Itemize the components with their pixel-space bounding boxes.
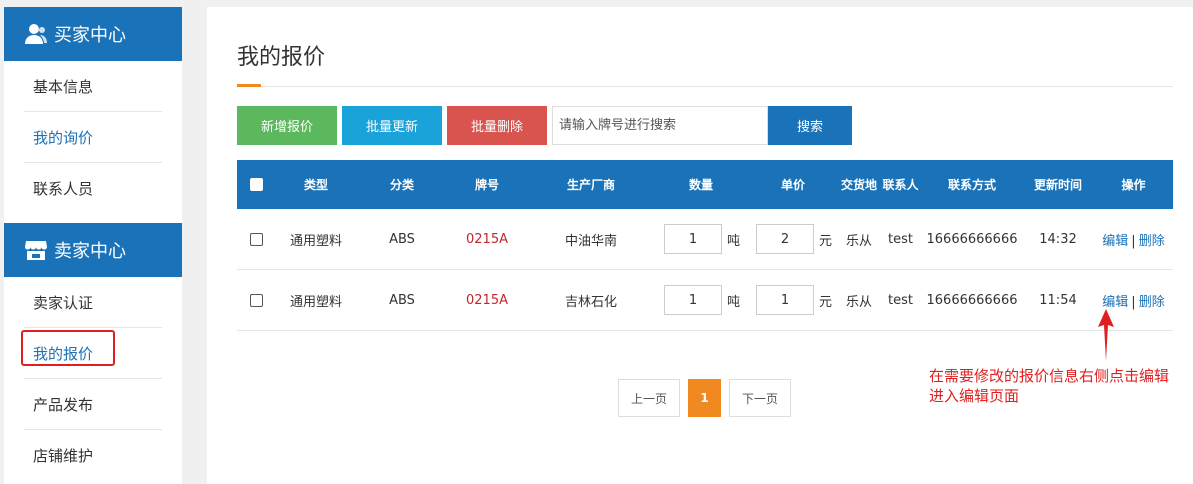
annotation-arrow-icon	[1098, 309, 1114, 361]
table-header: 类型 分类 牌号 生产厂商 数量 单价 交货地 联系人 联系方式 更新时间 操作	[237, 160, 1173, 209]
store-icon	[25, 241, 47, 260]
cell-phone: 16666666666	[926, 231, 1018, 247]
cell-actions: 编辑 | 删除	[1094, 230, 1173, 249]
header-place: 交货地	[840, 178, 877, 192]
header-actions: 操作	[1121, 178, 1146, 192]
search-button[interactable]: 搜索	[768, 106, 852, 145]
buyer-center-title: 买家中心	[54, 25, 126, 46]
table-row: 通用塑料 ABS 0215A 中油华南 吨 元 乐从 test 16666666…	[237, 209, 1173, 270]
title-accent-bar	[237, 84, 261, 87]
seller-center-title: 卖家中心	[54, 241, 126, 262]
header-type: 类型	[303, 178, 328, 192]
header-quantity: 数量	[688, 178, 713, 192]
cell-contact: test	[888, 292, 913, 308]
sidebar-item-label: 我的询价	[33, 128, 94, 147]
sidebar-item-label-text: 我的报价	[33, 344, 94, 363]
batch-update-button[interactable]: 批量更新	[342, 106, 442, 145]
cell-type: 通用塑料	[289, 294, 342, 310]
delete-link[interactable]: 删除	[1139, 295, 1165, 310]
next-page-button[interactable]: 下一页	[729, 379, 791, 417]
page-title: 我的报价	[237, 45, 326, 70]
sidebar-item-label: 联系人员	[33, 180, 94, 198]
table-row: 通用塑料 ABS 0215A 吉林石化 吨 元 乐从 test 16666666…	[237, 270, 1173, 331]
cell-quantity: 吨	[655, 285, 747, 315]
cell-place: 乐从	[845, 294, 872, 310]
quote-table: 类型 分类 牌号 生产厂商 数量 单价 交货地 联系人 联系方式 更新时间 操作…	[237, 160, 1173, 331]
sidebar-item-seller-auth[interactable]: 卖家认证	[24, 277, 162, 328]
header-phone: 联系方式	[947, 178, 996, 192]
action-separator: |	[1131, 294, 1136, 310]
edit-link[interactable]: 编辑	[1102, 234, 1128, 249]
price-unit: 元	[819, 294, 833, 310]
seller-center-header: 卖家中心	[4, 223, 182, 277]
sidebar-item-my-inquiry[interactable]: 我的询价	[24, 112, 162, 163]
row-select-cell	[237, 232, 275, 246]
sidebar-item-label: 基本信息	[33, 77, 94, 96]
sidebar-item-my-quotes[interactable]: 我的报价	[21, 328, 162, 379]
row-checkbox[interactable]	[249, 232, 263, 246]
batch-delete-button[interactable]: 批量删除	[447, 106, 547, 145]
cell-price: 元	[747, 224, 839, 254]
annotation-line-2: 进入编辑页面	[929, 387, 1020, 405]
sidebar-item-contacts[interactable]: 联系人员	[24, 163, 162, 214]
prev-page-button[interactable]: 上一页	[618, 379, 680, 417]
cell-type: 通用塑料	[289, 233, 342, 249]
header-time: 更新时间	[1033, 178, 1082, 192]
action-separator: |	[1131, 233, 1136, 249]
sidebar: 买家中心 基本信息 我的询价 联系人员 卖家中心 卖家认证 我的报价 产品发布 …	[4, 7, 182, 484]
cell-phone: 16666666666	[926, 292, 1018, 308]
sidebar-item-label: 产品发布	[33, 395, 94, 414]
header-maker: 生产厂商	[566, 178, 615, 192]
price-input[interactable]	[756, 285, 814, 315]
annotation-note: 在需要修改的报价信息右侧点击编辑 进入编辑页面	[929, 366, 1193, 406]
cell-quantity: 吨	[655, 224, 747, 254]
select-all-cell	[237, 178, 275, 191]
cell-contact: test	[888, 231, 913, 247]
cell-time: 11:54	[1039, 292, 1077, 308]
quantity-unit: 吨	[727, 294, 741, 310]
sidebar-item-shop-maintain[interactable]: 店铺维护	[24, 430, 162, 481]
cell-maker: 吉林石化	[564, 294, 617, 310]
cell-actions: 编辑 | 删除	[1094, 291, 1173, 310]
quantity-unit: 吨	[727, 233, 741, 249]
quantity-input[interactable]	[664, 224, 722, 254]
header-grade: 牌号	[474, 178, 499, 192]
cell-maker: 中油华南	[564, 233, 617, 249]
delete-link[interactable]: 删除	[1139, 234, 1165, 249]
cell-category: ABS	[389, 292, 415, 308]
cell-grade: 0215A	[466, 292, 508, 308]
header-contact: 联系人	[882, 178, 919, 192]
main-panel: 我的报价 新增报价 批量更新 批量删除 搜索 类型 分类 牌号 生产厂商 数量 …	[207, 7, 1193, 484]
sidebar-item-product-publish[interactable]: 产品发布	[24, 379, 162, 430]
user-icon	[25, 24, 47, 44]
sidebar-item-label: 卖家认证	[33, 293, 94, 312]
cell-grade: 0215A	[466, 231, 508, 247]
sidebar-item-label: 店铺维护	[33, 447, 94, 465]
buyer-center-header: 买家中心	[4, 7, 182, 61]
row-select-cell	[237, 293, 275, 307]
pagination: 上一页 1 下一页	[618, 379, 791, 417]
select-all-checkbox[interactable]	[249, 178, 263, 191]
header-price: 单价	[780, 178, 805, 192]
edit-link[interactable]: 编辑	[1102, 295, 1128, 310]
add-quote-button[interactable]: 新增报价	[237, 106, 337, 145]
cell-price: 元	[747, 285, 839, 315]
header-category: 分类	[389, 178, 414, 192]
price-input[interactable]	[756, 224, 814, 254]
current-page-button[interactable]: 1	[688, 379, 721, 417]
cell-category: ABS	[389, 231, 415, 247]
sidebar-item-basic-info[interactable]: 基本信息	[24, 61, 162, 112]
quantity-input[interactable]	[664, 285, 722, 315]
cell-place: 乐从	[845, 233, 872, 249]
search-input[interactable]	[552, 106, 768, 145]
sidebar-item-label: 我的报价	[21, 329, 115, 366]
title-divider	[237, 86, 1173, 87]
annotation-line-1: 在需要修改的报价信息右侧点击编辑	[929, 367, 1170, 385]
toolbar: 新增报价 批量更新 批量删除 搜索	[237, 106, 852, 145]
row-checkbox[interactable]	[249, 293, 263, 307]
cell-time: 14:32	[1039, 231, 1077, 247]
price-unit: 元	[819, 233, 833, 249]
